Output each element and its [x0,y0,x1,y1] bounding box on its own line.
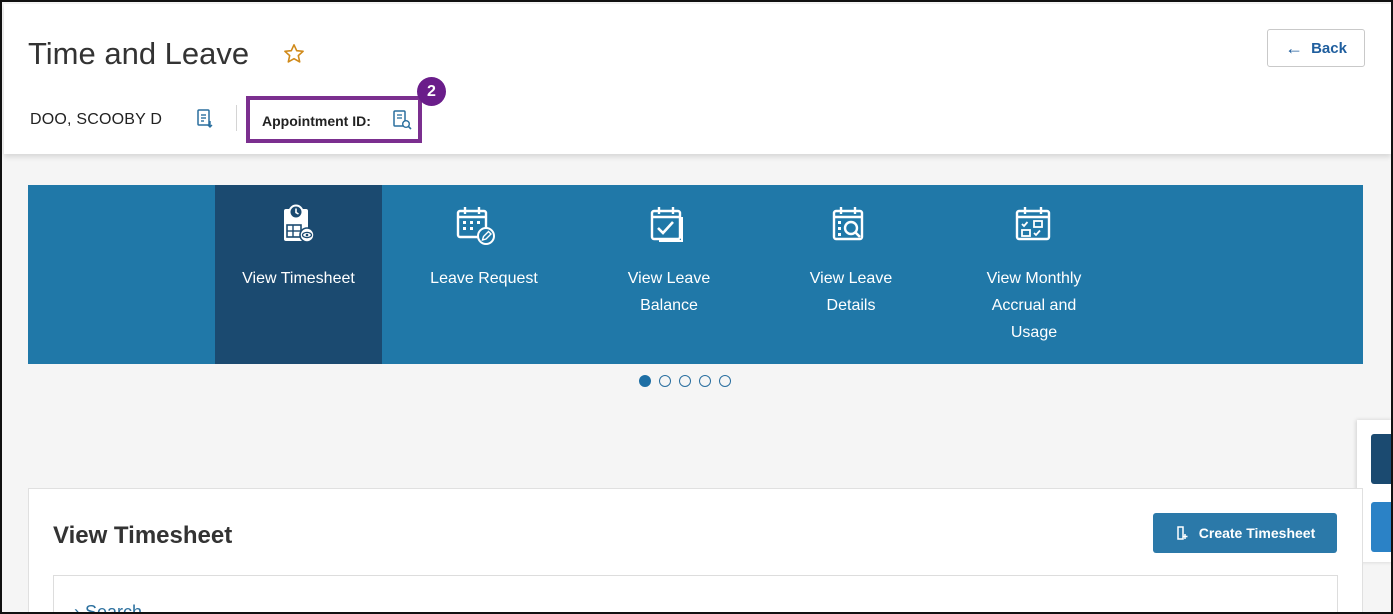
create-timesheet-button[interactable]: Create Timesheet [1153,513,1337,553]
tile-view-timesheet[interactable]: View Timesheet [215,185,382,364]
arrow-left-icon: ← [1285,37,1304,58]
calendar-check-icon [650,207,683,242]
search-toggle[interactable]: › Search [74,602,143,614]
employee-details-icon[interactable] [196,108,214,130]
carousel-dot[interactable] [719,375,731,387]
carousel-pagination [639,375,731,387]
back-button-label: Back [1311,39,1347,57]
tile-view-leave-balance[interactable]: View Leave Balance [588,185,750,364]
tile-label: Leave Request [430,270,538,287]
page-title: Time and Leave [28,36,250,71]
create-timesheet-label: Create Timesheet [1198,525,1316,541]
carousel-dot[interactable] [659,375,671,387]
search-panel: › Search [53,575,1338,614]
carousel-dot[interactable] [679,375,691,387]
calendar-search-icon [832,207,864,241]
employee-name: DOO, SCOOBY D [30,111,163,128]
new-document-icon [1177,526,1188,540]
appointment-lookup-icon[interactable] [392,109,412,131]
tile-view-leave-details[interactable]: View Leave Details [770,185,932,364]
side-tab-primary[interactable] [1371,434,1391,484]
tile-view-monthly-accrual[interactable]: View Monthly Accrual and Usage [953,185,1115,364]
tile-label: View Timesheet [242,270,355,287]
appointment-id-label: Appointment ID: [262,113,371,129]
back-button[interactable]: ← Back [1267,29,1365,67]
timesheet-view-icon [284,204,315,243]
appointment-id-highlight: Appointment ID: [246,96,422,143]
tile-label: View Leave Details [809,270,893,314]
header-divider [236,105,237,131]
page-header: Time and Leave ← Back DOO, SCOOBY D Appo… [4,4,1391,154]
carousel-dot[interactable] [639,375,651,387]
tile-label: View Leave Balance [627,270,711,314]
step-number-badge: 2 [417,77,446,106]
section-title: View Timesheet [53,522,233,549]
tile-leave-request[interactable]: Leave Request [403,185,565,364]
carousel-dot[interactable] [699,375,711,387]
timesheet-card: View Timesheet Create Timesheet › Search [28,488,1363,614]
favorite-star-icon[interactable] [282,42,306,66]
calendar-edit-icon [456,207,495,245]
chevron-right-icon: › [74,602,80,614]
search-toggle-label: Search [85,602,143,614]
app-window: Time and Leave ← Back DOO, SCOOBY D Appo… [0,0,1393,614]
calendar-grid-check-icon [1015,207,1051,241]
feature-carousel: View Timesheet Leave Request View Leave … [28,185,1363,364]
tile-label: View Monthly Accrual and Usage [986,270,1082,341]
side-tab-secondary[interactable] [1371,502,1391,552]
